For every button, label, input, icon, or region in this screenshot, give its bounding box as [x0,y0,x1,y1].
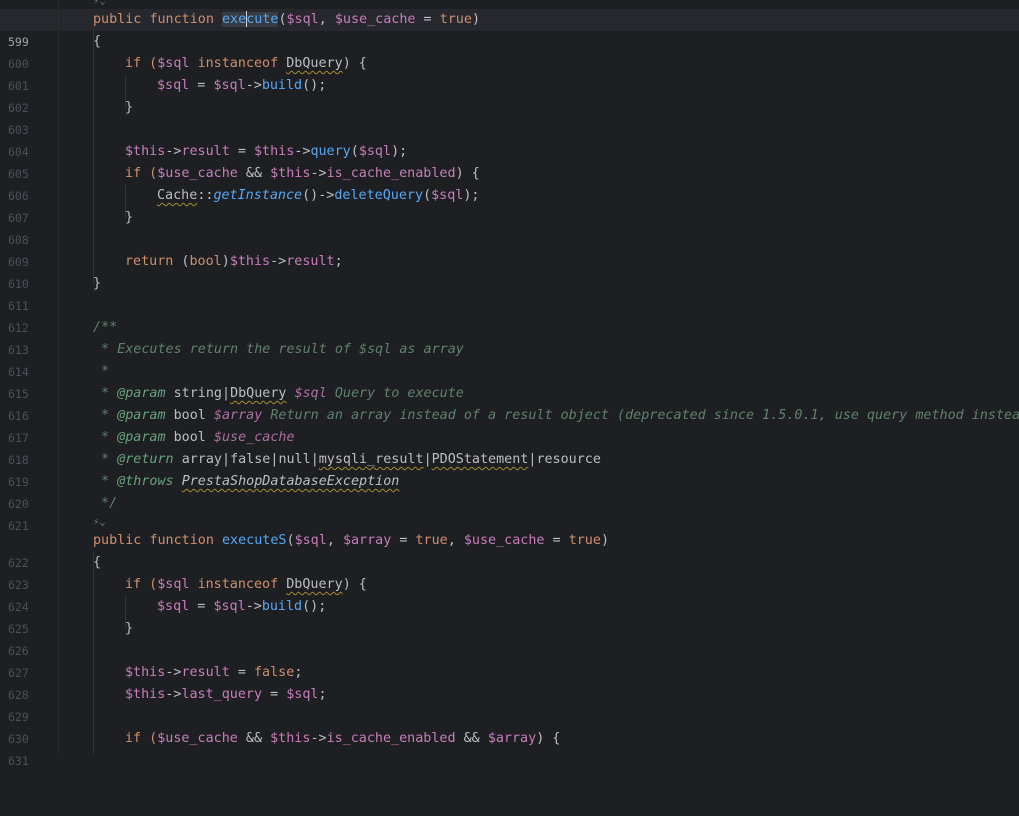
code-text[interactable]: } [125,618,133,640]
code-line[interactable]: 624 if ($sql instanceof DbQuery) { [0,574,1019,614]
code-text[interactable]: if ($sql instanceof DbQuery) { [125,53,367,75]
code-line[interactable]: 626 } [0,618,1019,658]
code-vision-inlay-hint[interactable]: ⚡⌄ [93,0,106,8]
code-text[interactable]: if ($use_cache && $this->is_cache_enable… [125,163,480,185]
code-line[interactable]: 631 if ($use_cache && $this->is_cache_en… [0,728,1019,768]
doc-comment[interactable]: * @return array|false|null|mysqli_result… [93,449,601,471]
code-line[interactable]: 612 [0,295,1019,335]
code-line[interactable]: 604 [0,119,1019,159]
code-line[interactable]: 617 * @param bool $array Return an array… [0,405,1019,445]
code-line[interactable]: 618 * @param bool $use_cache [0,427,1019,467]
code-line[interactable]: 601 if ($sql instanceof DbQuery) { [0,53,1019,93]
function-name: execute [222,11,279,27]
doc-comment[interactable]: * @param bool $array Return an array ins… [93,405,1019,427]
code-line[interactable]: 615 * [0,361,1019,401]
code-line[interactable]: 602 $sql = $sql->build(); [0,75,1019,115]
doc-comment[interactable]: */ [93,493,117,515]
code-text[interactable]: $this->result = $this->query($sql); [125,141,407,163]
code-text[interactable]: { [93,552,101,574]
code-vision-inlay-hint[interactable]: ⚡⌄ [93,515,106,529]
code-line[interactable]: 600 { [0,31,1019,71]
code-text[interactable]: $this->result = false; [125,662,302,684]
line-number: 631 [8,754,29,768]
code-text[interactable]: return (bool)$this->result; [125,251,343,273]
code-text[interactable]: public function execute($sql, $use_cache… [93,9,480,31]
code-editor[interactable]: ⚡⌄ ⚡⌄ 599 public function execute($sql, … [0,0,1019,768]
doc-comment[interactable]: /** [93,317,117,339]
code-text[interactable]: } [125,207,133,229]
code-text[interactable]: $this->last_query = $sql; [125,684,327,706]
code-line[interactable]: 625 $sql = $sql->build(); [0,596,1019,636]
doc-comment[interactable]: * Executes return the result of $sql as … [93,339,464,361]
code-line[interactable]: 627 [0,640,1019,680]
code-line[interactable]: 610 return (bool)$this->result; [0,251,1019,291]
doc-comment[interactable]: * [93,361,109,383]
code-line[interactable]: 613 /** [0,317,1019,357]
code-line[interactable]: 630 [0,706,1019,746]
code-text[interactable]: Cache::getInstance()->deleteQuery($sql); [157,185,480,207]
code-line[interactable]: 607 Cache::getInstance()->deleteQuery($s… [0,185,1019,225]
code-line[interactable]: 622 public function executeS($sql, $arra… [0,530,1019,570]
code-line[interactable]: 611 } [0,273,1019,313]
code-line[interactable]: 619 * @return array|false|null|mysqli_re… [0,449,1019,489]
code-line[interactable]: 621 */ [0,493,1019,533]
code-line[interactable]: 614 * Executes return the result of $sql… [0,339,1019,379]
code-text[interactable]: $sql = $sql->build(); [157,596,326,618]
code-line[interactable]: 599 public function execute($sql, $use_c… [0,9,1019,49]
code-line[interactable]: 623 { [0,552,1019,592]
code-line[interactable]: 629 $this->last_query = $sql; [0,684,1019,724]
code-line[interactable]: 620 * @throws PrestaShopDatabaseExceptio… [0,471,1019,511]
code-line[interactable]: 605 $this->result = $this->query($sql); [0,141,1019,181]
code-text[interactable]: { [93,31,101,53]
code-text[interactable]: if ($sql instanceof DbQuery) { [125,574,367,596]
code-text[interactable]: if ($use_cache && $this->is_cache_enable… [125,728,560,750]
doc-comment[interactable]: * @param string|DbQuery $sql Query to ex… [93,383,464,405]
doc-comment[interactable]: * @param bool $use_cache [93,427,295,449]
code-text[interactable]: } [93,273,101,295]
code-line[interactable]: 606 if ($use_cache && $this->is_cache_en… [0,163,1019,203]
code-line[interactable]: 628 $this->result = false; [0,662,1019,702]
code-line[interactable]: 616 * @param string|DbQuery $sql Query t… [0,383,1019,423]
code-text[interactable]: public function executeS($sql, $array = … [93,530,609,552]
code-line[interactable]: 603 } [0,97,1019,137]
code-text[interactable]: } [125,97,133,119]
doc-comment[interactable]: * @throws PrestaShopDatabaseException [93,471,399,493]
code-text[interactable]: $sql = $sql->build(); [157,75,326,97]
code-line[interactable]: 608 } [0,207,1019,247]
code-line[interactable]: 609 [0,229,1019,269]
gutter-separator [58,0,59,754]
